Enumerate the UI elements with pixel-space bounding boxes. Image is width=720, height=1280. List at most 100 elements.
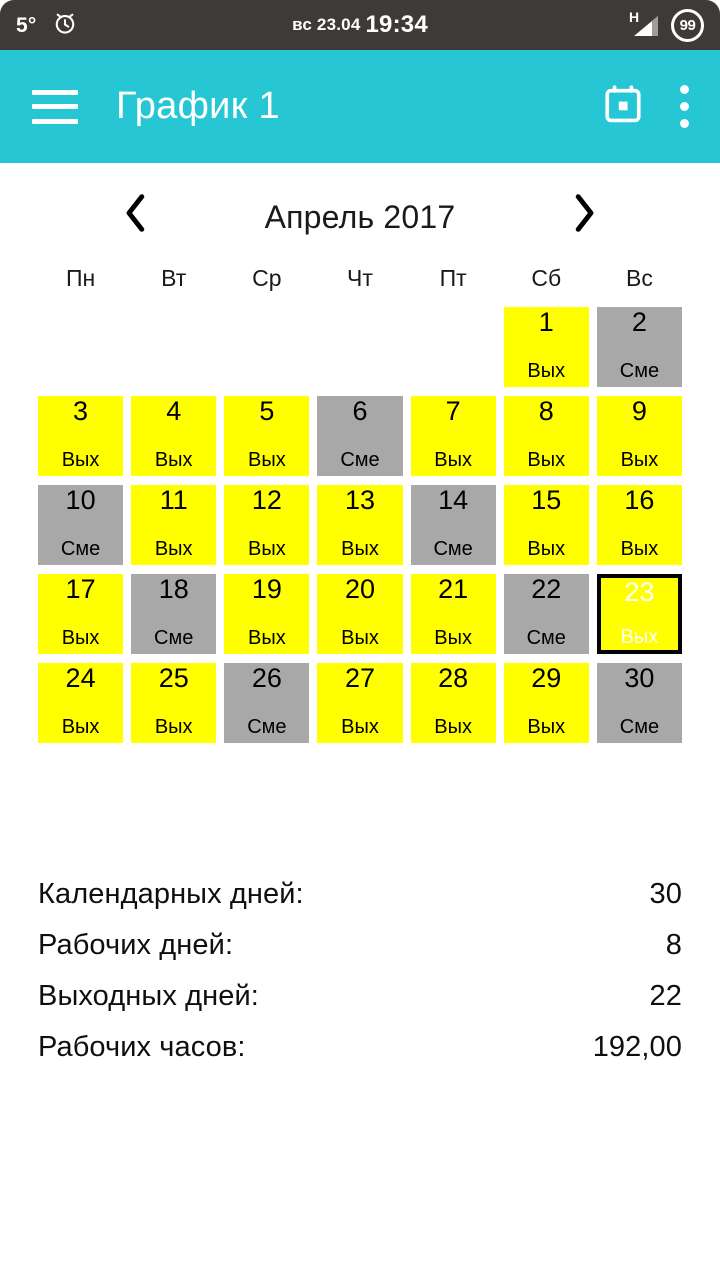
day-shift-label: Вых bbox=[620, 538, 659, 560]
status-bar-right: H 99 bbox=[629, 8, 704, 42]
calendar-day-27[interactable]: 27 Вых bbox=[317, 663, 403, 743]
calendar-day-empty bbox=[131, 307, 216, 387]
calendar-day-11[interactable]: 11 Вых bbox=[131, 485, 217, 565]
month-navigation: Апрель 2017 bbox=[0, 163, 720, 263]
calendar-day-2[interactable]: 2 Сме bbox=[596, 307, 682, 387]
calendar-day-8[interactable]: 8 Вых bbox=[503, 396, 589, 476]
day-shift-label: Сме bbox=[60, 538, 101, 560]
calendar-day-25[interactable]: 25 Вых bbox=[131, 663, 217, 743]
chevron-left-icon[interactable] bbox=[108, 185, 164, 241]
calendar-week-row: 24 Вых 25 Вых 26 Сме 27 Вых 28 Вых 29 Вых 30 Сме bbox=[38, 663, 682, 743]
page-title: График 1 bbox=[116, 85, 280, 127]
summary-value: 192,00 bbox=[592, 1031, 682, 1063]
calendar-day-14[interactable]: 14 Сме bbox=[410, 485, 496, 565]
day-shift-label: Сме bbox=[433, 538, 473, 560]
summary-row: Выходных дней: 22 bbox=[38, 971, 682, 1022]
calendar-day-13[interactable]: 13 Вых bbox=[317, 485, 403, 565]
day-shift-label: Вых bbox=[247, 449, 286, 471]
day-number: 20 bbox=[344, 574, 376, 604]
day-shift-label: Вых bbox=[247, 538, 286, 560]
weekday-label-0: Пн bbox=[65, 265, 96, 291]
summary-value: 30 bbox=[649, 878, 682, 910]
day-number: 11 bbox=[159, 485, 188, 515]
calendar-day-15[interactable]: 15 Вых bbox=[503, 485, 589, 565]
summary-label: Выходных дней: bbox=[38, 980, 259, 1012]
day-number: 15 bbox=[531, 485, 562, 515]
calendar-day-29[interactable]: 29 Вых bbox=[503, 663, 589, 743]
calendar-day-1[interactable]: 1 Вых bbox=[503, 307, 589, 387]
day-shift-label: Вых bbox=[620, 626, 659, 648]
day-shift-label: Вых bbox=[341, 627, 379, 649]
hamburger-bar bbox=[32, 89, 78, 95]
calendar-day-3[interactable]: 3 Вых bbox=[38, 396, 124, 476]
day-shift-label: Вых bbox=[620, 449, 659, 471]
day-number: 4 bbox=[166, 396, 182, 426]
calendar-week-row: 17 Вых 18 Сме 19 Вых 20 Вых 21 Вых 22 Сме 23 Вых bbox=[38, 574, 682, 654]
more-vertical-icon[interactable] bbox=[674, 81, 694, 132]
calendar-day-19[interactable]: 19 Вых bbox=[224, 574, 310, 654]
day-number: 17 bbox=[65, 574, 96, 604]
weekday-label-6: Вс bbox=[626, 265, 653, 291]
signal-bars-icon: H bbox=[629, 8, 660, 42]
calendar-day-23[interactable]: 23 Вых bbox=[596, 574, 682, 654]
day-shift-label: Вых bbox=[527, 716, 566, 738]
weekday-header-row: Пн Вт Ср Чт Пт Сб Вс bbox=[38, 263, 682, 298]
day-shift-label: Вых bbox=[61, 627, 100, 649]
calendar-day-20[interactable]: 20 Вых bbox=[317, 574, 403, 654]
day-number: 30 bbox=[624, 663, 655, 693]
calendar-day-4[interactable]: 4 Вых bbox=[131, 396, 217, 476]
day-shift-label: Вых bbox=[154, 449, 193, 471]
day-number: 7 bbox=[445, 396, 461, 426]
day-shift-label: Сме bbox=[154, 627, 194, 649]
day-number: 23 bbox=[624, 577, 655, 607]
calendar-icon[interactable] bbox=[602, 83, 644, 130]
calendar-day-26[interactable]: 26 Сме bbox=[224, 663, 310, 743]
calendar-day-empty bbox=[38, 307, 123, 387]
calendar-day-5[interactable]: 5 Вых bbox=[224, 396, 310, 476]
summary-label: Рабочих дней: bbox=[38, 929, 234, 961]
weekday-label-4: Пт bbox=[439, 265, 467, 291]
day-number: 9 bbox=[631, 396, 647, 426]
kebab-dot bbox=[679, 102, 689, 111]
weekday-label-2: Ср bbox=[252, 265, 282, 291]
kebab-dot bbox=[679, 85, 689, 94]
calendar-day-17[interactable]: 17 Вых bbox=[38, 574, 124, 654]
day-number: 26 bbox=[251, 663, 282, 693]
day-number: 16 bbox=[624, 485, 655, 515]
calendar-day-18[interactable]: 18 Сме bbox=[131, 574, 217, 654]
day-shift-label: Вых bbox=[154, 716, 193, 738]
chevron-right-icon[interactable] bbox=[556, 185, 612, 241]
day-number: 22 bbox=[531, 574, 562, 604]
calendar-day-9[interactable]: 9 Вых bbox=[596, 396, 682, 476]
calendar-day-22[interactable]: 22 Сме bbox=[503, 574, 589, 654]
day-number: 10 bbox=[65, 485, 96, 515]
day-shift-label: Вых bbox=[61, 449, 100, 471]
calendar-day-16[interactable]: 16 Вых bbox=[596, 485, 682, 565]
app-screen: 5° вс 23.04 19:34 H 99 График 1 Апрель 2… bbox=[0, 0, 720, 1280]
day-number: 25 bbox=[158, 663, 189, 693]
day-shift-label: Вых bbox=[61, 716, 100, 738]
calendar-day-30[interactable]: 30 Сме bbox=[596, 663, 682, 743]
calendar-day-empty bbox=[224, 307, 309, 387]
calendar-day-empty bbox=[317, 307, 402, 387]
calendar-grid: Пн Вт Ср Чт Пт Сб Вс 1 Вых 2 Сме 3 Вых 4 Вых 5 Вых 6 Сме 7… bbox=[0, 263, 720, 743]
day-number: 5 bbox=[259, 396, 275, 426]
day-shift-label: Вых bbox=[434, 716, 472, 738]
calendar-day-6[interactable]: 6 Сме bbox=[317, 396, 403, 476]
summary-row: Календарных дней: 30 bbox=[38, 869, 682, 920]
hamburger-menu-icon[interactable] bbox=[32, 89, 78, 124]
calendar-day-7[interactable]: 7 Вых bbox=[410, 396, 496, 476]
day-number: 12 bbox=[251, 485, 282, 515]
calendar-day-10[interactable]: 10 Сме bbox=[38, 485, 124, 565]
calendar-day-21[interactable]: 21 Вых bbox=[410, 574, 496, 654]
day-shift-label: Сме bbox=[526, 627, 566, 649]
calendar-day-28[interactable]: 28 Вых bbox=[410, 663, 496, 743]
day-number: 18 bbox=[158, 574, 189, 604]
weekday-label-1: Вт bbox=[161, 265, 187, 291]
app-bar: График 1 bbox=[0, 50, 720, 163]
calendar-day-12[interactable]: 12 Вых bbox=[224, 485, 310, 565]
day-shift-label: Вых bbox=[247, 627, 286, 649]
status-bar: 5° вс 23.04 19:34 H 99 bbox=[0, 0, 720, 50]
calendar-day-24[interactable]: 24 Вых bbox=[38, 663, 124, 743]
day-number: 2 bbox=[631, 307, 647, 337]
